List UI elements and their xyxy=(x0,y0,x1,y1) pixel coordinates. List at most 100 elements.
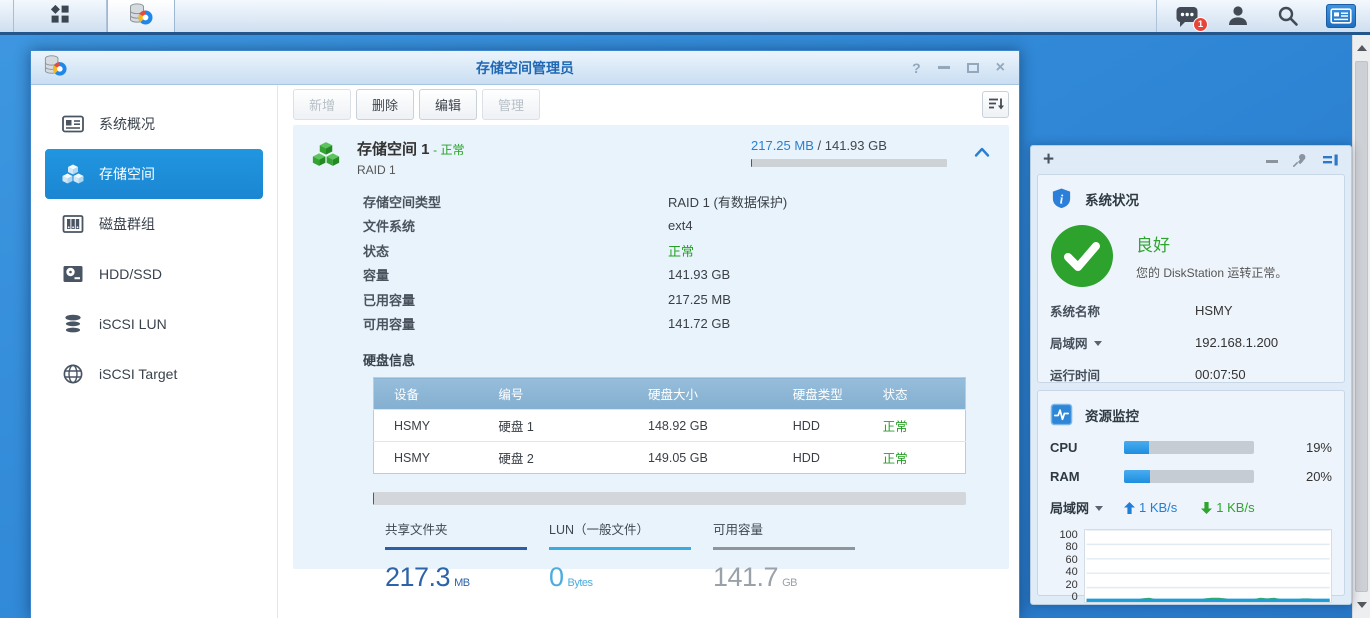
widget-panel-header: + xyxy=(1037,146,1345,174)
help-button[interactable]: ? xyxy=(912,61,921,75)
show-desktop-strip[interactable] xyxy=(0,0,14,32)
window-title: 存储空间管理员 xyxy=(31,58,1019,78)
sidebar-item-disk-group[interactable]: 磁盘群组 xyxy=(45,199,263,249)
detail-value: 217.25 MB xyxy=(668,292,731,307)
user-menu-button[interactable] xyxy=(1226,4,1250,28)
scroll-down-button[interactable] xyxy=(1353,594,1370,616)
storage-manager-icon xyxy=(128,1,154,32)
upload-speed: 1 KB/s xyxy=(1124,500,1177,515)
widgets-toggle-button[interactable] xyxy=(1326,4,1356,28)
svg-text:i: i xyxy=(1060,192,1064,206)
cpu-label: CPU xyxy=(1050,440,1124,455)
cpu-bar xyxy=(1124,441,1254,454)
sidebar-item-hdd-ssd[interactable]: HDD/SSD xyxy=(45,249,263,299)
chart-y-axis: 10080 6040 200 xyxy=(1050,529,1084,603)
sidebar-item-volume[interactable]: 存储空间 xyxy=(45,149,263,199)
col-type[interactable]: 硬盘类型 xyxy=(773,378,863,410)
close-button[interactable]: × xyxy=(996,60,1005,76)
window-titlebar[interactable]: 存储空间管理员 ? × xyxy=(31,51,1019,85)
detail-value: 141.93 GB xyxy=(668,267,730,282)
volume-panel: 存储空间 1 - 正常 RAID 1 217.25 MB / 141.93 GB xyxy=(293,125,1009,569)
toolbar: 新增 删除 编辑 管理 xyxy=(278,85,1019,123)
info-shield-icon: i xyxy=(1050,187,1073,210)
panel-layout-icon[interactable] xyxy=(1322,152,1339,168)
col-device[interactable]: 设备 xyxy=(374,378,479,410)
volume-usage-summary: 217.25 MB / 141.93 GB xyxy=(751,138,947,167)
detail-value: RAID 1 (有数据保护) xyxy=(668,192,787,211)
cubes-icon xyxy=(61,162,85,186)
sort-icon xyxy=(987,95,1005,113)
col-number[interactable]: 编号 xyxy=(478,378,628,410)
system-name-label: 系统名称 xyxy=(1050,301,1195,320)
hdd-icon xyxy=(61,262,85,286)
cpu-percent: 19% xyxy=(1306,440,1332,455)
taskbar: 1 xyxy=(0,0,1370,35)
lan-label[interactable]: 局域网 xyxy=(1050,333,1195,352)
manage-button[interactable]: 管理 xyxy=(482,89,540,120)
disk-row[interactable]: HSMY 硬盘 1 148.92 GB HDD 正常 xyxy=(374,410,966,442)
collapse-widgets-button[interactable] xyxy=(1266,160,1278,163)
notifications-button[interactable]: 1 xyxy=(1175,4,1200,28)
create-button[interactable]: 新增 xyxy=(293,89,351,120)
desktop: 1 xyxy=(0,0,1370,618)
detail-value-status: 正常 xyxy=(668,241,694,260)
uptime-value: 00:07:50 xyxy=(1195,367,1246,382)
minimize-button[interactable] xyxy=(938,66,950,69)
resource-monitor-widget: 资源监控 CPU 19% RAM 20% 局域网 1 KB/s xyxy=(1037,390,1345,596)
taskbar-tray: 1 xyxy=(1156,0,1370,32)
sidebar-item-label: 系统概况 xyxy=(99,114,155,134)
pin-icon[interactable] xyxy=(1292,152,1308,168)
widget-title: 系统状况 xyxy=(1085,189,1139,209)
taskbar-storage-manager-button[interactable] xyxy=(107,0,175,32)
lan-traffic-chart: 10080 6040 200 xyxy=(1050,529,1332,603)
collapse-button[interactable] xyxy=(973,146,991,161)
caret-down-icon xyxy=(1094,341,1102,346)
lan-traffic-label[interactable]: 局域网 xyxy=(1050,498,1124,517)
sort-button[interactable] xyxy=(982,91,1009,118)
stat-lun: LUN（一般文件） 0Bytes xyxy=(549,519,691,593)
volume-cubes-icon xyxy=(311,138,341,170)
main-menu-button[interactable] xyxy=(14,0,107,32)
sidebar-item-label: iSCSI LUN xyxy=(99,316,167,332)
window-controls: ? × xyxy=(912,60,1019,76)
stat-free: 可用容量 141.7GB xyxy=(713,519,855,593)
sidebar-item-label: 存储空间 xyxy=(99,164,155,184)
usage-stats: 共享文件夹 217.3MB LUN（一般文件） 0Bytes 可用容量 xyxy=(385,519,991,593)
overview-icon xyxy=(61,112,85,136)
sidebar-item-iscsi-target[interactable]: iSCSI Target xyxy=(45,349,263,399)
sidebar-item-overview[interactable]: 系统概况 xyxy=(45,99,263,149)
col-status[interactable]: 状态 xyxy=(863,378,966,410)
detail-label: 文件系统 xyxy=(363,216,668,235)
health-ok-icon xyxy=(1050,224,1114,288)
delete-button[interactable]: 删除 xyxy=(356,89,414,120)
maximize-button[interactable] xyxy=(967,63,979,73)
col-size[interactable]: 硬盘大小 xyxy=(628,378,773,410)
lan-ip-value: 192.168.1.200 xyxy=(1195,335,1278,350)
capacity-bar xyxy=(751,159,947,167)
upload-arrow-icon xyxy=(1124,502,1135,514)
database-icon xyxy=(61,312,85,336)
download-arrow-icon xyxy=(1201,502,1212,514)
uptime-label: 运行时间 xyxy=(1050,365,1195,384)
scrollbar-thumb[interactable] xyxy=(1355,61,1368,592)
sidebar-item-iscsi-lun[interactable]: iSCSI LUN xyxy=(45,299,263,349)
sidebar-item-label: 磁盘群组 xyxy=(99,214,155,234)
detail-value: ext4 xyxy=(668,218,693,233)
detail-label: 容量 xyxy=(363,265,668,284)
detail-label: 存储空间类型 xyxy=(363,192,668,211)
desktop-scrollbar[interactable] xyxy=(1352,35,1370,618)
disk-group-icon xyxy=(61,212,85,236)
main-menu-icon xyxy=(49,3,71,30)
add-widget-button[interactable]: + xyxy=(1043,149,1054,171)
disk-table: 设备 编号 硬盘大小 硬盘类型 状态 HSMY 硬盘 1 148 xyxy=(373,377,966,474)
disk-row[interactable]: HSMY 硬盘 2 149.05 GB HDD 正常 xyxy=(374,442,966,474)
detail-label: 可用容量 xyxy=(363,314,668,333)
detail-value: 141.72 GB xyxy=(668,316,730,331)
caret-down-icon xyxy=(1095,506,1103,511)
scroll-up-button[interactable] xyxy=(1353,37,1370,59)
edit-button[interactable]: 编辑 xyxy=(419,89,477,120)
search-icon xyxy=(1276,4,1300,28)
lan-chart-plot xyxy=(1084,529,1332,603)
widget-title: 资源监控 xyxy=(1085,405,1139,425)
search-button[interactable] xyxy=(1276,4,1300,28)
